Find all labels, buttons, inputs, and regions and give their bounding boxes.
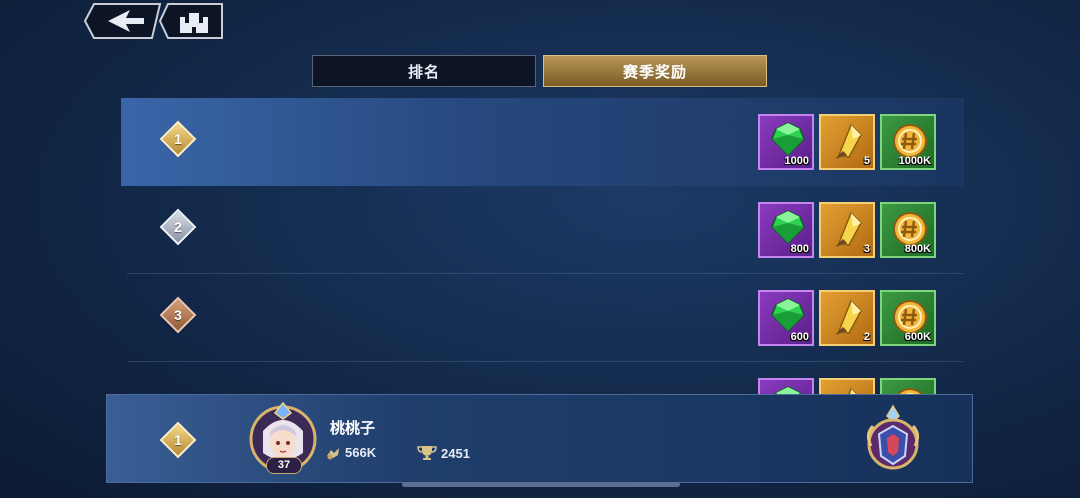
reward-quantity: 5 — [863, 155, 870, 167]
reward-items: 600 2 600K — [758, 290, 936, 346]
reward-items: 800 3 800K — [758, 202, 936, 258]
rank-number: 3 — [174, 307, 182, 323]
reward-row: 1 1000 5 1000K — [121, 98, 964, 186]
tab-ranking[interactable]: 排名 — [312, 55, 536, 87]
reward-items: 1000 5 1000K — [758, 114, 936, 170]
reward-quantity: 2 — [863, 331, 870, 343]
reward-item[interactable] — [758, 378, 814, 394]
reward-item[interactable] — [880, 378, 936, 394]
reward-quantity: 800 — [790, 243, 809, 255]
power-stat: 566K — [325, 445, 376, 460]
rank-emblem-icon[interactable] — [861, 404, 925, 472]
back-button[interactable] — [84, 3, 162, 39]
power-icon — [327, 447, 339, 459]
reward-item[interactable]: 800 — [758, 202, 814, 258]
my-rank-bar: 1 37 桃桃子 566K 2451 — [106, 394, 973, 483]
reward-item[interactable]: 2 — [819, 290, 875, 346]
trophy-icon — [417, 446, 437, 460]
reward-item[interactable] — [819, 378, 875, 394]
back-arrow-icon — [84, 3, 162, 39]
reward-quantity: 1000 — [784, 155, 809, 167]
player-name: 桃桃子 — [330, 420, 376, 437]
top-navigation — [84, 3, 224, 39]
reward-item[interactable]: 5 — [819, 114, 875, 170]
trophy-value: 2451 — [441, 445, 470, 461]
reward-quantity: 3 — [863, 243, 870, 255]
reward-row: 3 600 2 600K — [121, 274, 964, 362]
tab-season-rewards[interactable]: 赛季奖励 — [543, 55, 767, 87]
reward-quantity: 1000K — [898, 155, 931, 167]
castle-icon — [158, 3, 223, 39]
reward-row — [121, 362, 964, 394]
rank-number: 2 — [174, 219, 182, 235]
home-button[interactable] — [158, 3, 224, 39]
reward-quantity: 600K — [904, 331, 931, 343]
reward-item[interactable]: 600K — [880, 290, 936, 346]
rank-number: 1 — [174, 131, 182, 147]
trophy-stat: 2451 — [417, 445, 470, 461]
reward-item[interactable]: 1000K — [880, 114, 936, 170]
player-level-badge: 37 — [266, 457, 302, 474]
reward-row: 2 800 3 800K — [121, 186, 964, 274]
reward-item[interactable]: 600 — [758, 290, 814, 346]
reward-items — [758, 378, 936, 394]
tab-bar: 排名 赛季奖励 — [312, 55, 768, 89]
horizontal-scrollbar[interactable] — [402, 482, 680, 487]
power-value: 566K — [345, 445, 377, 460]
reward-item[interactable]: 3 — [819, 202, 875, 258]
reward-quantity: 800K — [904, 243, 931, 255]
my-rank-number: 1 — [174, 432, 182, 448]
reward-quantity: 600 — [790, 331, 809, 343]
reward-item[interactable]: 800K — [880, 202, 936, 258]
reward-item[interactable]: 1000 — [758, 114, 814, 170]
season-reward-list[interactable]: 1 1000 5 1000K 2 800 3 800K 3 600 2 600K — [0, 98, 1080, 394]
